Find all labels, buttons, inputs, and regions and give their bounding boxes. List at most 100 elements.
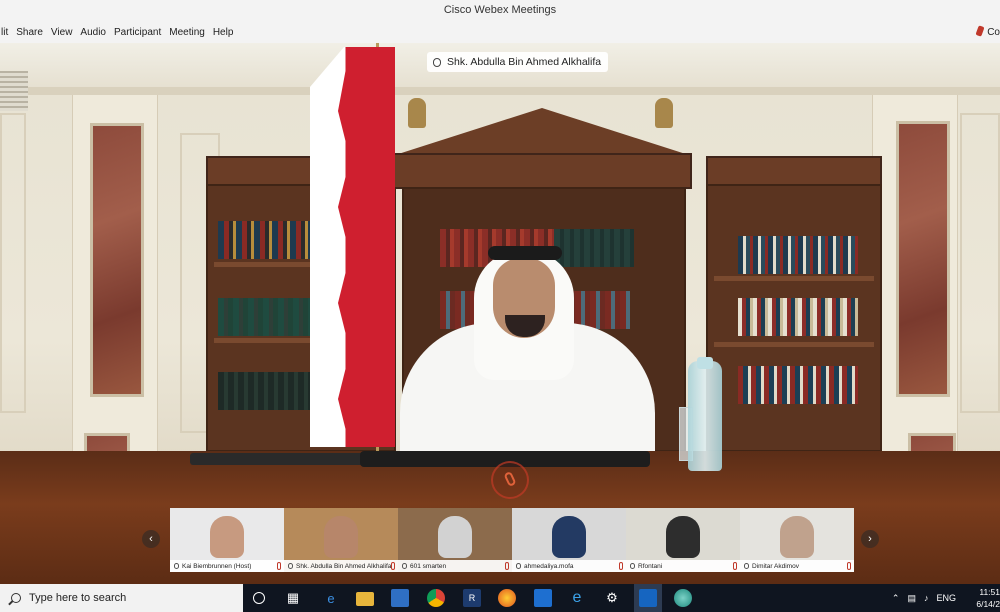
monitor-base bbox=[190, 453, 365, 465]
participant-thumbnail[interactable]: Rfontani bbox=[626, 508, 740, 572]
bookcase-cornice bbox=[392, 153, 692, 189]
participant-name: 601 smarten bbox=[410, 562, 447, 570]
chrome-icon[interactable] bbox=[427, 589, 445, 607]
muted-icon bbox=[505, 562, 509, 570]
marble-panel bbox=[90, 123, 144, 397]
microphone-icon bbox=[433, 57, 441, 67]
wall-panel bbox=[0, 113, 26, 413]
outlook-icon[interactable] bbox=[639, 589, 657, 607]
water-bottle bbox=[688, 361, 722, 471]
muted-icon bbox=[619, 562, 623, 570]
cortana-icon[interactable] bbox=[253, 592, 265, 604]
microphone-icon bbox=[516, 563, 521, 569]
firefox-icon[interactable] bbox=[498, 589, 516, 607]
participant-figure bbox=[666, 516, 700, 558]
recording-label: Co bbox=[987, 27, 1000, 38]
recording-icon bbox=[975, 25, 985, 37]
participant-thumbnail[interactable]: Dimitar Akdimov bbox=[740, 508, 854, 572]
active-speaker-video: Shk. Abdulla Bin Ahmed Alkhalifa ‹ › Kai… bbox=[0, 43, 1000, 584]
recording-indicator[interactable]: Co bbox=[975, 25, 1000, 38]
book-row bbox=[738, 298, 858, 336]
search-icon bbox=[11, 593, 21, 603]
wall-panel bbox=[960, 113, 1000, 413]
thumbnail-caption: ahmedaliya.mofa bbox=[512, 560, 626, 572]
search-placeholder: Type here to search bbox=[29, 592, 127, 604]
participant-thumbnail[interactable]: Shk. Abdulla Bin Ahmed Alkhalifa bbox=[284, 508, 398, 572]
webex-icon[interactable] bbox=[674, 589, 692, 607]
wall-vent bbox=[0, 71, 28, 111]
participant-figure bbox=[438, 516, 472, 558]
participant-name: ahmedaliya.mofa bbox=[524, 562, 574, 570]
settings-icon[interactable]: ⚙ bbox=[603, 589, 621, 607]
speaker-agal bbox=[488, 246, 562, 260]
bottle-cap bbox=[697, 357, 713, 369]
volume-icon[interactable]: ♪ bbox=[924, 593, 929, 603]
network-icon[interactable]: ▤ bbox=[907, 593, 916, 604]
marble-panel bbox=[896, 121, 950, 397]
shelf bbox=[714, 342, 874, 347]
microphone-icon bbox=[402, 563, 407, 569]
clock-time: 11:51 bbox=[979, 587, 1000, 597]
book-row bbox=[554, 229, 634, 267]
menu-view[interactable]: View bbox=[47, 27, 77, 38]
active-speaker-name: Shk. Abdulla Bin Ahmed Alkhalifa bbox=[447, 56, 602, 68]
book-row bbox=[738, 236, 858, 274]
microphone-icon bbox=[174, 563, 179, 569]
windows-taskbar: Type here to search ▦ e R e ⚙ ⌃ ▤ ♪ ENG … bbox=[0, 584, 1000, 612]
muted-microphone-icon bbox=[503, 470, 517, 488]
microphone-icon bbox=[744, 563, 749, 569]
participant-thumbnail[interactable]: Kai Biembrunnen (Host) bbox=[170, 508, 284, 572]
bookcase-cornice bbox=[706, 156, 882, 186]
menu-participant[interactable]: Participant bbox=[110, 27, 165, 38]
menu-meeting[interactable]: Meeting bbox=[165, 27, 209, 38]
title-bar: Cisco Webex Meetings bbox=[0, 0, 1000, 21]
participant-thumbnail[interactable]: 601 smarten bbox=[398, 508, 512, 572]
taskbar-clock[interactable]: 11:51 6/14/2 bbox=[970, 586, 1000, 610]
urn-ornament bbox=[408, 98, 426, 128]
thumbnail-caption: Rfontani bbox=[626, 560, 740, 572]
menu-share[interactable]: Share bbox=[12, 27, 47, 38]
filmstrip-next-button[interactable]: › bbox=[861, 530, 879, 548]
muted-icon bbox=[391, 562, 395, 570]
urn-ornament bbox=[655, 98, 673, 128]
participant-name: Shk. Abdulla Bin Ahmed Alkhalifa bbox=[296, 562, 392, 570]
participant-thumbnail[interactable]: ahmedaliya.mofa bbox=[512, 508, 626, 572]
mute-button[interactable] bbox=[491, 461, 529, 499]
muted-icon bbox=[277, 562, 281, 570]
book-row bbox=[218, 298, 310, 336]
taskbar-search-box[interactable]: Type here to search bbox=[0, 584, 243, 612]
menu-help[interactable]: Help bbox=[209, 27, 238, 38]
filmstrip-prev-button[interactable]: ‹ bbox=[142, 530, 160, 548]
participant-name: Rfontani bbox=[638, 562, 663, 570]
mail-icon[interactable] bbox=[534, 589, 552, 607]
active-speaker-label: Shk. Abdulla Bin Ahmed Alkhalifa bbox=[427, 52, 609, 72]
system-tray: ⌃ ▤ ♪ ENG bbox=[892, 584, 964, 612]
window-title: Cisco Webex Meetings bbox=[443, 4, 557, 16]
cornice bbox=[0, 87, 1000, 95]
microphone-icon bbox=[630, 563, 635, 569]
menu-audio[interactable]: Audio bbox=[76, 27, 110, 38]
participant-figure bbox=[780, 516, 814, 558]
edge-icon[interactable]: e bbox=[322, 589, 340, 607]
participant-name: Kai Biembrunnen (Host) bbox=[182, 562, 252, 570]
participant-figure bbox=[210, 516, 244, 558]
book-row bbox=[738, 366, 858, 404]
thumbnail-caption: Shk. Abdulla Bin Ahmed Alkhalifa bbox=[284, 560, 398, 572]
muted-icon bbox=[733, 562, 737, 570]
book-row bbox=[218, 372, 310, 410]
file-explorer-icon[interactable] bbox=[356, 592, 374, 606]
participant-name: Dimitar Akdimov bbox=[752, 562, 799, 570]
microphone-icon bbox=[288, 563, 293, 569]
book-row bbox=[218, 221, 310, 259]
internet-explorer-icon[interactable]: e bbox=[568, 589, 586, 607]
menu-edit[interactable]: lit bbox=[0, 27, 12, 38]
participant-figure bbox=[324, 516, 358, 558]
language-indicator[interactable]: ENG bbox=[936, 593, 956, 603]
thumbnail-caption: Dimitar Akdimov bbox=[740, 560, 854, 572]
task-view-icon[interactable]: ▦ bbox=[284, 589, 302, 607]
thumbnail-caption: Kai Biembrunnen (Host) bbox=[170, 560, 284, 572]
app-icon[interactable]: R bbox=[463, 589, 481, 607]
show-hidden-icons-icon[interactable]: ⌃ bbox=[892, 593, 900, 604]
store-icon[interactable] bbox=[391, 589, 409, 607]
menu-bar: lit Share View Audio Participant Meeting… bbox=[0, 21, 1000, 43]
